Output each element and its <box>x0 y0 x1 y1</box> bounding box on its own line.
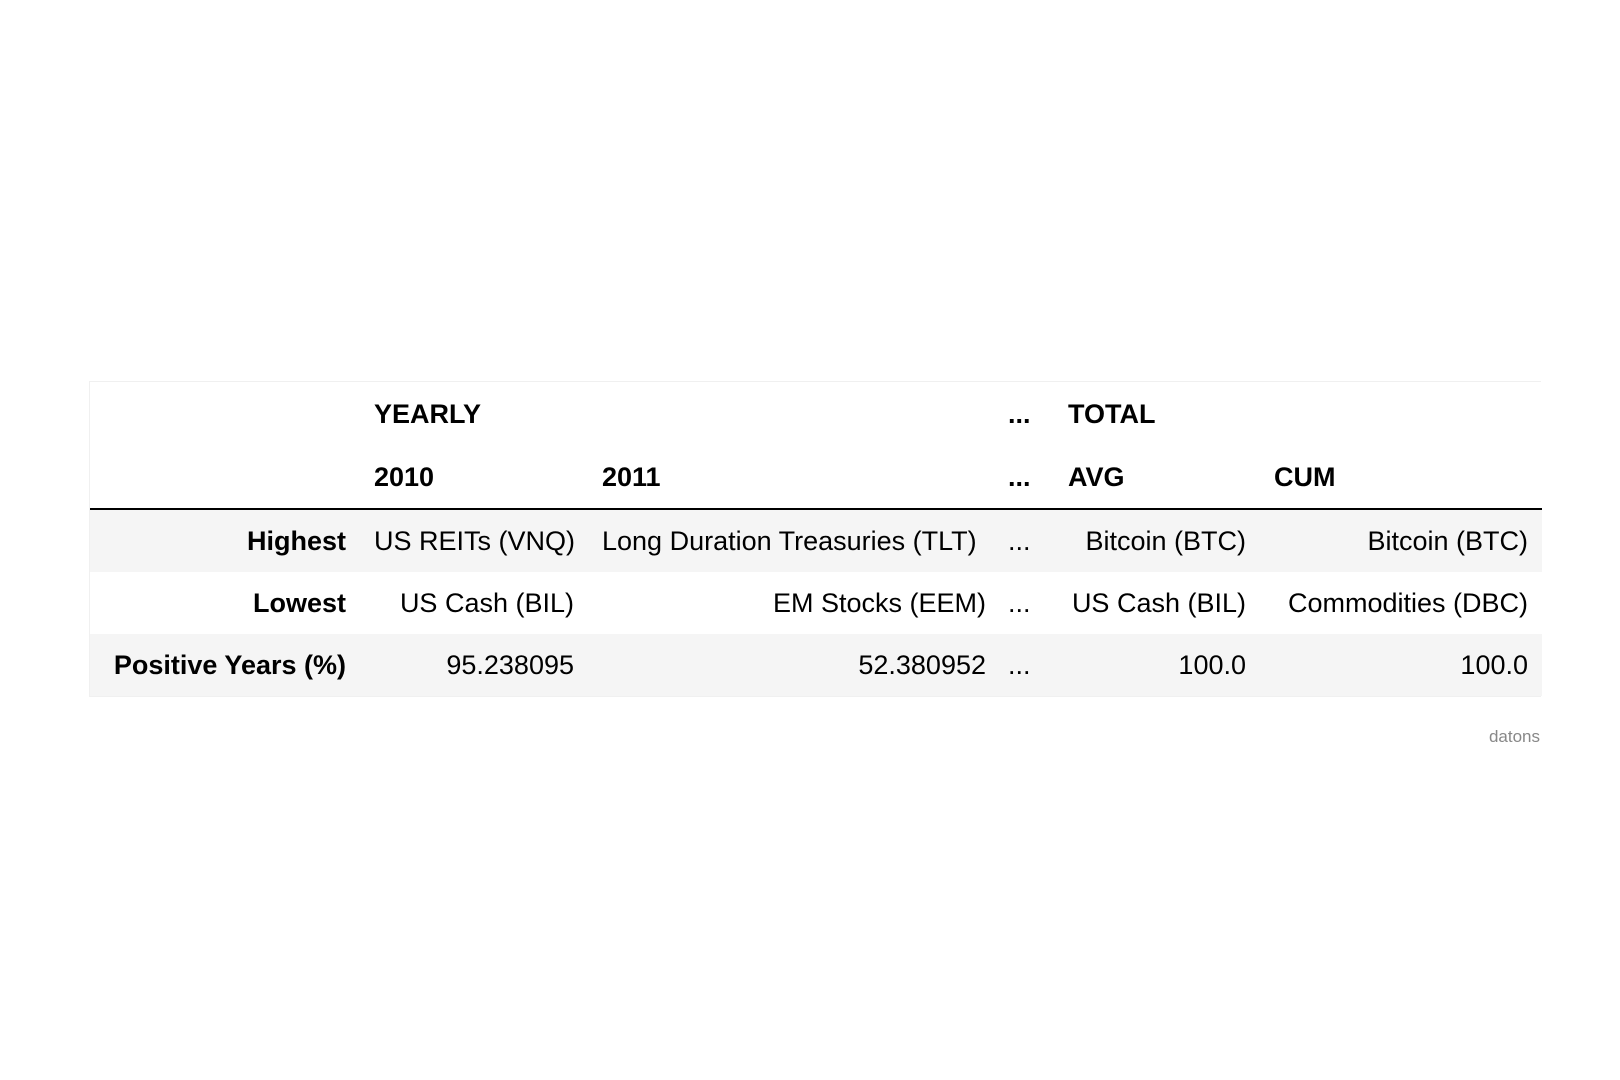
table-cell: US Cash (BIL) <box>399 587 574 618</box>
row-label: Lowest <box>252 587 346 618</box>
row-label: Positive Years (%) <box>113 649 346 680</box>
table-row-lowest: Lowest US Cash (BIL) EM Stocks (EEM) ...… <box>90 572 1542 634</box>
header-cell-cum: CUM <box>1260 446 1542 510</box>
table-body: Highest US REITs (VNQ) Long Duration Tre… <box>90 509 1542 696</box>
table-cell: 100.0 <box>1178 649 1246 680</box>
table-row-positive-years: Positive Years (%) 95.238095 52.380952 .… <box>90 634 1542 696</box>
table-cell-ellipsis: ... <box>1008 525 1031 556</box>
table-cell: 100.0 <box>1460 649 1528 680</box>
header-cell-2010: 2010 <box>360 446 588 510</box>
header-cell-yearly-span <box>588 382 1000 446</box>
row-label: Highest <box>246 525 346 556</box>
table-cell: US REITs (VNQ) <box>374 525 576 556</box>
header-cell-avg: AVG <box>1054 446 1260 510</box>
table-row-highest: Highest US REITs (VNQ) Long Duration Tre… <box>90 509 1542 572</box>
table-cell: Long Duration Treasuries (TLT) <box>602 525 977 556</box>
header-cell-total: TOTAL <box>1054 382 1260 446</box>
table-cell-ellipsis: ... <box>1008 649 1031 680</box>
header-cell-total-span <box>1260 382 1542 446</box>
table-header: YEARLY ... TOTAL 2010 2011 ... AVG CUM <box>90 382 1542 510</box>
header-cell-ellipsis: ... <box>1000 382 1054 446</box>
header-cell-yearly: YEARLY <box>360 382 588 446</box>
header-row-level1: YEARLY ... TOTAL <box>90 382 1542 446</box>
header-cell-index-2 <box>90 446 360 510</box>
credit-text: datons <box>1488 727 1540 746</box>
table-cell: Commodities (DBC) <box>1287 587 1528 618</box>
header-cell-2011: 2011 <box>588 446 1000 510</box>
summary-table: YEARLY ... TOTAL 2010 2011 ... AVG CUM H… <box>90 382 1542 696</box>
table-cell-ellipsis: ... <box>1008 587 1031 618</box>
table-cell: Bitcoin (BTC) <box>1085 525 1246 556</box>
table-cell: US Cash (BIL) <box>1071 587 1246 618</box>
summary-table-container: YEARLY ... TOTAL 2010 2011 ... AVG CUM H… <box>89 381 1542 697</box>
table-cell: 95.238095 <box>446 649 574 680</box>
header-cell-index <box>90 382 360 446</box>
header-cell-ellipsis-2: ... <box>1000 446 1054 510</box>
table-cell: EM Stocks (EEM) <box>772 587 986 618</box>
header-row-level2: 2010 2011 ... AVG CUM <box>90 446 1542 510</box>
table-cell: 52.380952 <box>858 649 986 680</box>
table-cell: Bitcoin (BTC) <box>1367 525 1528 556</box>
